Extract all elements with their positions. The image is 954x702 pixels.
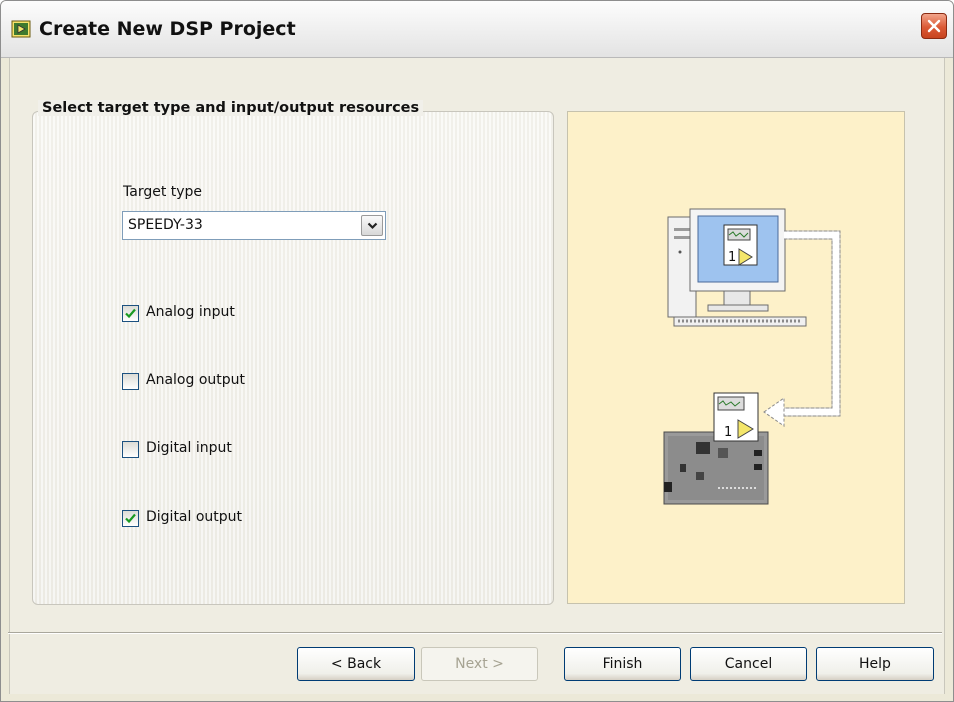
pc-to-dsp-diagram: 1 1 (663, 208, 841, 505)
help-button[interactable]: Help (816, 647, 934, 681)
target-type-value: SPEEDY-33 (128, 217, 203, 233)
analog-input-checkbox[interactable] (122, 305, 139, 322)
check-icon (125, 513, 136, 524)
finish-button[interactable]: Finish (564, 647, 681, 681)
labview-app-icon (11, 20, 31, 38)
chevron-down-icon (367, 222, 378, 230)
target-type-label: Target type (123, 184, 203, 200)
target-type-select[interactable]: SPEEDY-33 (122, 211, 386, 240)
resources-group (32, 111, 554, 605)
analog-input-label: Analog input (146, 304, 235, 320)
analog-output-checkbox[interactable] (122, 373, 139, 390)
svg-text:1: 1 (724, 425, 732, 440)
cancel-button[interactable]: Cancel (690, 647, 807, 681)
close-icon (927, 19, 941, 33)
title-bar[interactable]: Create New DSP Project (1, 1, 953, 58)
window-title: Create New DSP Project (39, 18, 296, 40)
digital-input-label: Digital input (146, 440, 232, 456)
dropdown-button[interactable] (361, 215, 383, 236)
svg-text:1: 1 (728, 250, 736, 265)
digital-output-label: Digital output (146, 509, 243, 525)
digital-output-checkbox[interactable] (122, 510, 139, 527)
resources-group-legend: Select target type and input/output reso… (38, 100, 424, 116)
close-button[interactable] (921, 13, 947, 39)
vi-icon-board: 1 (713, 392, 759, 442)
check-icon (125, 308, 136, 319)
next-button[interactable]: Next > (421, 647, 538, 681)
illustration-panel: 1 1 (567, 111, 905, 604)
analog-output-label: Analog output (146, 372, 245, 388)
vi-icon-pc: 1 (723, 224, 758, 266)
back-button[interactable]: < Back (297, 647, 415, 681)
dsp-board-icon (663, 431, 769, 505)
footer-divider (8, 632, 942, 634)
digital-input-checkbox[interactable] (122, 441, 139, 458)
